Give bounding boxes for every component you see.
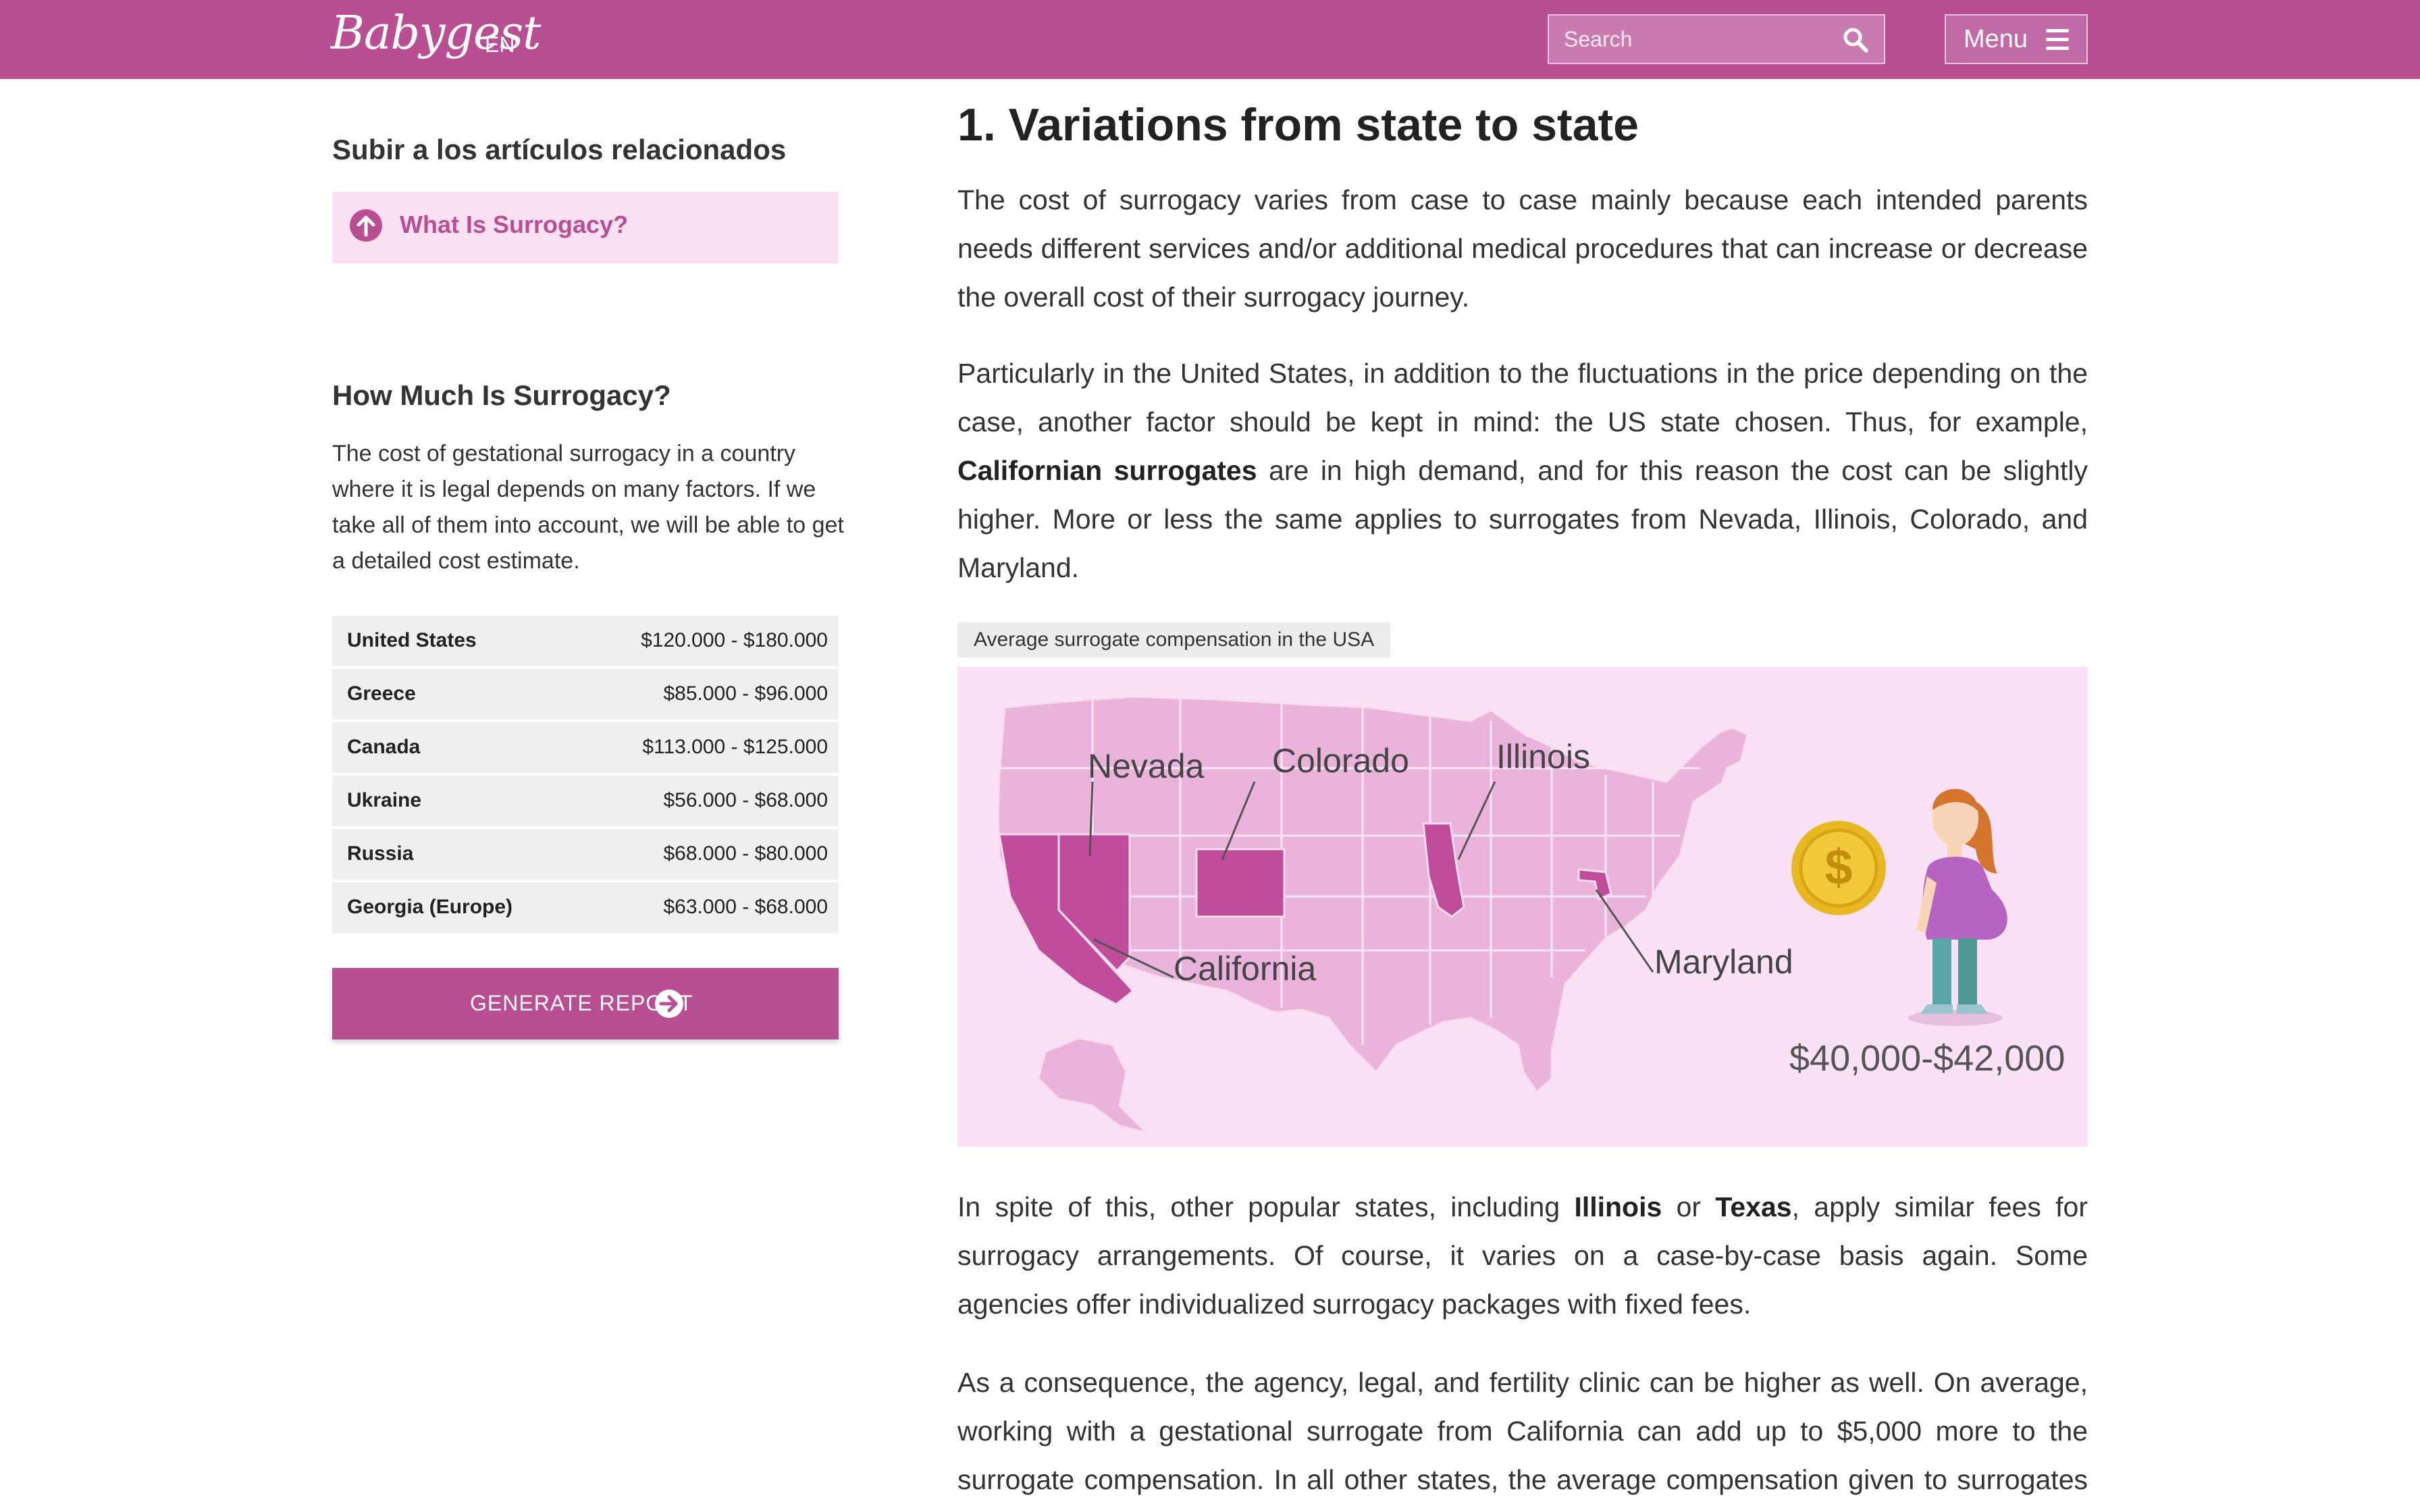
top-bar: Babygest EN Menu xyxy=(0,0,2420,79)
range-cell: $63.000 - $68.000 xyxy=(663,896,828,918)
paragraph-2-text-a: Particularly in the United States, in ad… xyxy=(957,358,2088,437)
compensation-amount: $40,000-$42,000 xyxy=(1789,1038,2065,1079)
country-cell: Georgia (Europe) xyxy=(347,896,513,918)
paragraph-1: The cost of surrogacy varies from case t… xyxy=(957,184,2088,313)
paragraph-2-bold: Californian surrogates xyxy=(957,455,1257,486)
table-row: Russia $68.000 - $80.000 xyxy=(332,829,839,880)
section-heading: 1. Variations from state to state xyxy=(957,99,1639,151)
hamburger-icon xyxy=(2046,29,2069,51)
cost-description: The cost of gestational surrogacy in a c… xyxy=(332,441,844,574)
map-illustration: Nevada Colorado Illinois California Mary… xyxy=(957,667,2088,1147)
search-input[interactable] xyxy=(1549,16,1847,63)
colorado-shape xyxy=(1195,848,1286,918)
related-article-link[interactable]: What Is Surrogacy? xyxy=(332,192,839,263)
cost-table: United States $120.000 - $180.000 Greece… xyxy=(332,616,839,936)
range-cell: $85.000 - $96.000 xyxy=(663,682,828,705)
range-cell: $68.000 - $80.000 xyxy=(663,842,828,865)
cost-heading: How Much Is Surrogacy? xyxy=(332,379,671,411)
arrow-right-circle-icon xyxy=(655,990,683,1018)
table-row: Greece $85.000 - $96.000 xyxy=(332,669,839,720)
arrow-up-circle-icon xyxy=(350,209,382,242)
paragraph-3-text-c: or xyxy=(1662,1191,1716,1222)
language-selector[interactable]: EN xyxy=(485,32,515,57)
range-cell: $113.000 - $125.000 xyxy=(642,736,828,758)
paragraph-3-text-a: In spite of this, other popular states, … xyxy=(957,1191,1575,1222)
paragraph-3-bold-texas: Texas xyxy=(1715,1191,1792,1222)
paragraph-2: Particularly in the United States, in ad… xyxy=(957,349,2088,592)
search-box xyxy=(1548,14,1885,64)
paragraph-4: As a consequence, the agency, legal, and… xyxy=(957,1367,2088,1495)
range-cell: $56.000 - $68.000 xyxy=(663,789,828,811)
generate-report-button[interactable]: GENERATE REPORT xyxy=(332,968,839,1040)
paragraph-3-bold-illinois: Illinois xyxy=(1574,1191,1662,1222)
table-row: Ukraine $56.000 - $68.000 xyxy=(332,776,839,826)
usa-compensation-map: Nevada Colorado Illinois California Mary… xyxy=(957,667,2088,1147)
country-cell: Russia xyxy=(347,842,414,865)
page: Babygest EN Menu Subir a los artículos r… xyxy=(0,0,2420,1512)
country-cell: United States xyxy=(347,629,477,651)
svg-text:$: $ xyxy=(1824,839,1852,895)
country-cell: Ukraine xyxy=(347,789,422,811)
related-link-label: What Is Surrogacy? xyxy=(400,211,629,238)
dollar-coin-icon: $ xyxy=(1791,821,1886,915)
table-row: Canada $113.000 - $125.000 xyxy=(332,722,839,773)
table-row: United States $120.000 - $180.000 xyxy=(332,616,839,666)
menu-label: Menu xyxy=(1964,25,2028,53)
map-label-california: California xyxy=(1174,950,1316,988)
figure-caption: Average surrogate compensation in the US… xyxy=(957,622,1391,657)
country-cell: Canada xyxy=(347,736,421,758)
map-label-colorado: Colorado xyxy=(1272,742,1409,780)
paragraph-3: In spite of this, other popular states, … xyxy=(957,1183,2088,1328)
range-cell: $120.000 - $180.000 xyxy=(641,629,828,651)
table-row: Georgia (Europe) $63.000 - $68.000 xyxy=(332,882,839,933)
menu-button[interactable]: Menu xyxy=(1945,14,2088,64)
country-cell: Greece xyxy=(347,682,416,705)
map-label-maryland: Maryland xyxy=(1654,943,1793,981)
related-articles-heading: Subir a los artículos relacionados xyxy=(332,134,787,165)
map-label-nevada: Nevada xyxy=(1088,747,1205,785)
map-label-illinois: Illinois xyxy=(1496,738,1590,776)
search-icon[interactable] xyxy=(1842,26,1869,53)
